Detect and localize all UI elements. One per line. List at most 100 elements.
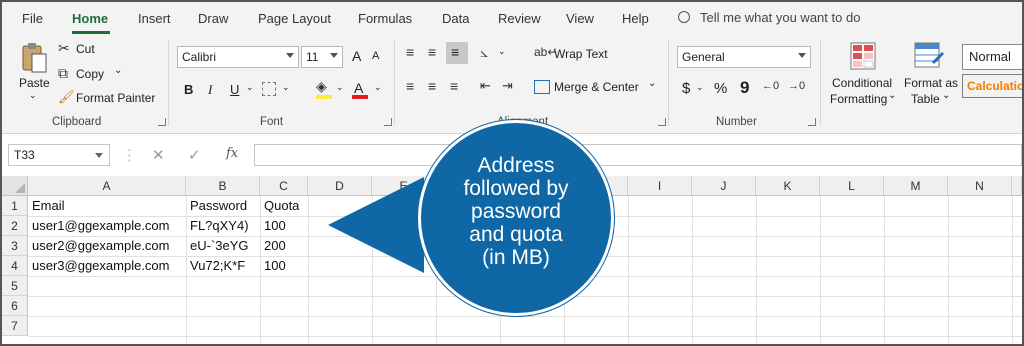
conditional-formatting-button-line2[interactable]: Formatting [830,92,887,106]
paste-button[interactable]: Paste [19,76,50,90]
column-header-b[interactable]: B [186,176,260,196]
italic-button[interactable]: I [208,82,212,98]
wrap-text-button[interactable]: Wrap Text [554,47,608,61]
tab-insert[interactable]: Insert [138,11,171,26]
number-launcher-icon[interactable] [808,118,816,126]
copy-button[interactable]: Copy [76,67,104,81]
insert-function-icon[interactable]: fx [226,146,238,161]
cell-c2[interactable]: 100 [260,216,308,236]
align-bottom-icon[interactable]: ≡ [446,42,468,64]
underline-button[interactable]: U [230,82,239,97]
borders-dropdown-icon[interactable]: ⌄ [282,82,290,93]
tab-help[interactable]: Help [622,11,649,26]
borders-icon[interactable] [262,82,276,96]
conditional-formatting-dropdown-icon[interactable]: ⌄ [888,90,896,101]
callout-line: password [471,200,561,223]
column-header-n[interactable]: N [948,176,1012,196]
tab-formulas[interactable]: Formulas [358,11,412,26]
select-all-button[interactable] [2,176,28,196]
comma-style-button[interactable]: 9 [740,78,749,98]
tab-draw[interactable]: Draw [198,11,228,26]
fill-dropdown-icon[interactable]: ⌄ [336,82,344,93]
tab-page-layout[interactable]: Page Layout [258,11,331,26]
font-launcher-icon[interactable] [384,118,392,126]
enter-icon[interactable]: ✓ [188,146,201,164]
paste-icon[interactable] [20,42,50,76]
column-header-m[interactable]: M [884,176,948,196]
row-header-4[interactable]: 4 [2,256,28,276]
tab-view[interactable]: View [566,11,594,26]
cell-c1[interactable]: Quota [260,196,308,216]
align-left-icon[interactable]: ≡ [406,78,414,94]
grow-font-button[interactable]: A [352,48,361,64]
font-color-dropdown-icon[interactable]: ⌄ [374,82,382,93]
column-header-k[interactable]: K [756,176,820,196]
row-header-6[interactable]: 6 [2,296,28,316]
paste-dropdown-icon[interactable]: ⌄ [29,90,37,101]
row-header-1[interactable]: 1 [2,196,28,216]
decrease-indent-icon[interactable]: ⇤ [480,78,491,94]
align-top-icon[interactable]: ≡ [406,44,414,60]
cell-b2[interactable]: FL?qXY4) [186,216,260,236]
column-header-i[interactable]: I [628,176,692,196]
cell-c3[interactable]: 200 [260,236,308,256]
tab-review[interactable]: Review [498,11,541,26]
cell-a4[interactable]: user3@ggexample.com [28,256,186,276]
formula-input[interactable] [254,144,1022,166]
clipboard-launcher-icon[interactable] [158,118,166,126]
format-painter-button[interactable]: Format Painter [76,91,155,105]
align-middle-icon[interactable]: ≡ [428,44,436,60]
row-header-3[interactable]: 3 [2,236,28,256]
cell-c4[interactable]: 100 [260,256,308,276]
merge-dropdown-icon[interactable]: ⌄ [648,78,656,89]
column-header-c[interactable]: C [260,176,308,196]
font-name-select[interactable]: Calibri [177,46,299,68]
merge-center-button[interactable]: Merge & Center [554,80,639,94]
percent-button[interactable]: % [714,80,727,97]
tell-me-search[interactable]: Tell me what you want to do [678,10,860,25]
column-header-a[interactable]: A [28,176,186,196]
cell-a3[interactable]: user2@ggexample.com [28,236,186,256]
format-as-table-dropdown-icon[interactable]: ⌄ [942,90,950,101]
tab-data[interactable]: Data [442,11,469,26]
format-as-table-button[interactable]: Format as [904,76,958,90]
increase-indent-icon[interactable]: ⇥ [502,78,513,94]
cell-b3[interactable]: eU-`3eYG [186,236,260,256]
format-as-table-button-line2[interactable]: Table [911,92,940,106]
cell-a1[interactable]: Email [28,196,186,216]
fill-color-icon[interactable]: ◈ [316,78,327,95]
cut-button[interactable]: Cut [76,42,95,56]
align-right-icon[interactable]: ≡ [450,78,458,94]
decrease-decimal-icon[interactable]: →0 [788,80,805,92]
cancel-icon[interactable]: ✕ [152,146,165,164]
currency-dropdown-icon[interactable]: ⌄ [696,82,704,93]
number-format-select[interactable]: General [677,46,811,68]
column-header-l[interactable]: L [820,176,884,196]
row-header-2[interactable]: 2 [2,216,28,236]
font-size-select[interactable]: 11 [301,46,343,68]
shrink-font-button[interactable]: A [372,50,379,62]
tab-home[interactable]: Home [72,11,108,26]
orientation-dropdown-icon[interactable]: ⌄ [498,46,506,57]
copy-dropdown-icon[interactable]: ⌄ [114,65,122,76]
alignment-launcher-icon[interactable] [658,118,666,126]
bold-button[interactable]: B [184,82,193,97]
cell-b1[interactable]: Password [186,196,260,216]
conditional-formatting-button[interactable]: Conditional [832,76,892,90]
underline-dropdown-icon[interactable]: ⌄ [246,82,254,93]
row-header-5[interactable]: 5 [2,276,28,296]
style-calculation[interactable]: Calculation [962,74,1022,98]
scissors-icon: ✂ [58,40,70,56]
style-normal[interactable]: Normal [962,44,1022,70]
cell-a2[interactable]: user1@ggexample.com [28,216,186,236]
column-header-j[interactable]: J [692,176,756,196]
name-box[interactable]: T33 [8,144,110,166]
orientation-icon[interactable]: ⦣ [480,44,488,61]
font-color-button[interactable]: A [354,80,363,96]
tab-file[interactable]: File [22,11,43,26]
increase-decimal-icon[interactable]: ←0 [762,80,779,92]
cell-b4[interactable]: Vu72;K*F [186,256,260,276]
align-center-icon[interactable]: ≡ [428,78,436,94]
currency-button[interactable]: $ [682,80,690,97]
row-header-7[interactable]: 7 [2,316,28,336]
